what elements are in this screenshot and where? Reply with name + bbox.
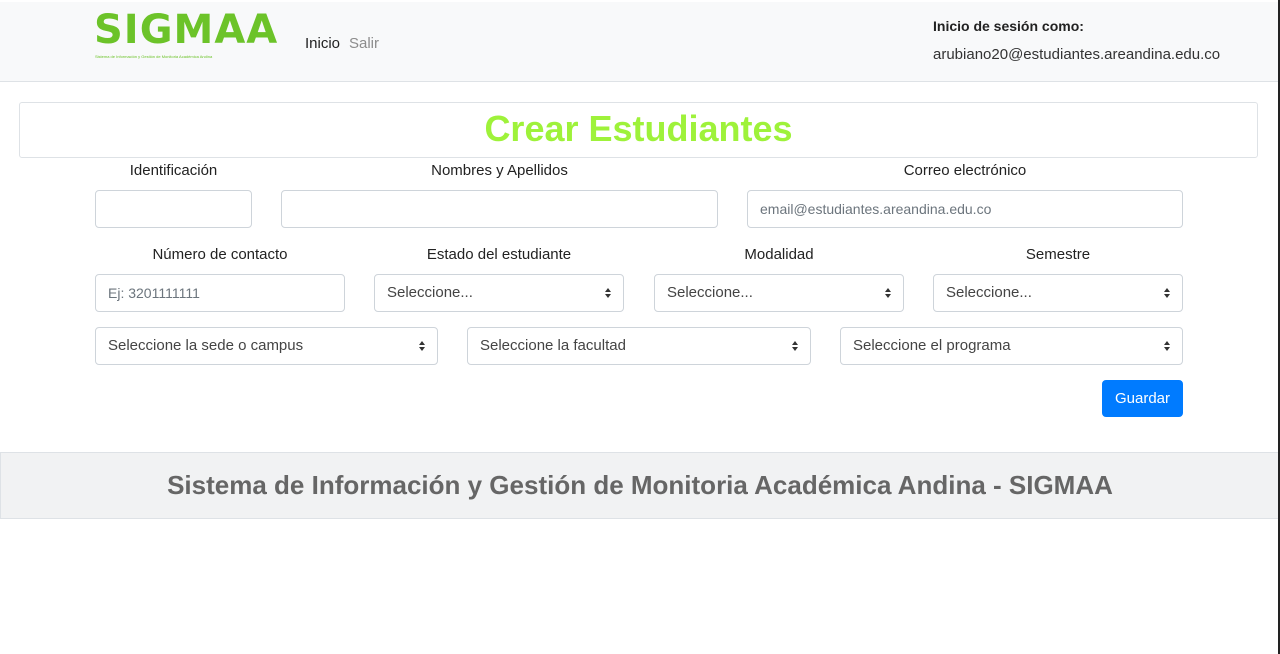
footer-text: Sistema de Información y Gestión de Moni… xyxy=(167,470,1113,500)
guardar-button[interactable]: Guardar xyxy=(1102,380,1183,417)
facultad-select[interactable]: Seleccione la facultad xyxy=(467,327,811,365)
semestre-select-value: Seleccione... xyxy=(946,284,1032,301)
sort-caret-icon xyxy=(604,275,612,311)
page-title: Crear Estudiantes xyxy=(484,108,793,149)
semestre-label: Semestre xyxy=(1025,246,1091,263)
sort-caret-icon xyxy=(418,328,426,364)
nombres-input[interactable] xyxy=(281,190,718,228)
page-title-box: Crear Estudiantes xyxy=(19,102,1258,158)
sort-caret-icon xyxy=(791,328,799,364)
footer: Sistema de Información y Gestión de Moni… xyxy=(0,452,1280,519)
correo-input[interactable] xyxy=(747,190,1183,228)
sort-caret-icon xyxy=(1163,275,1171,311)
programa-select[interactable]: Seleccione el programa xyxy=(840,327,1183,365)
estado-select-value: Seleccione... xyxy=(387,284,473,301)
modalidad-select[interactable]: Seleccione... xyxy=(654,274,904,312)
correo-label: Correo electrónico xyxy=(903,162,1027,179)
programa-select-value: Seleccione el programa xyxy=(853,337,1011,354)
modalidad-select-value: Seleccione... xyxy=(667,284,753,301)
logo-text: SIGMAA xyxy=(94,7,279,53)
contacto-input[interactable] xyxy=(95,274,345,312)
contacto-label: Número de contacto xyxy=(152,246,288,263)
logo-subtitle: Sistema de Información y Gestión de Moni… xyxy=(95,54,213,59)
sede-select[interactable]: Seleccione la sede o campus xyxy=(95,327,438,365)
sort-caret-icon xyxy=(1163,328,1171,364)
session-email: arubiano20@estudiantes.areandina.edu.co xyxy=(933,46,1221,63)
nav-inicio-link[interactable]: Inicio xyxy=(305,34,340,54)
sede-select-value: Seleccione la sede o campus xyxy=(108,337,304,354)
modalidad-label: Modalidad xyxy=(744,246,814,263)
estado-select[interactable]: Seleccione... xyxy=(374,274,624,312)
sigmaa-logo[interactable]: SIGMAA Sistema de Información y Gestión … xyxy=(94,8,277,64)
identificacion-label: Identificación xyxy=(129,162,218,179)
nav-salir-link[interactable]: Salir xyxy=(349,34,379,54)
sort-caret-icon xyxy=(884,275,892,311)
estado-label: Estado del estudiante xyxy=(426,246,572,263)
nombres-label: Nombres y Apellidos xyxy=(431,162,568,179)
facultad-select-value: Seleccione la facultad xyxy=(480,337,626,354)
identificacion-input[interactable] xyxy=(95,190,252,228)
session-label: Inicio de sesión como: xyxy=(933,18,1084,34)
navbar: SIGMAA Sistema de Información y Gestión … xyxy=(0,2,1280,82)
semestre-select[interactable]: Seleccione... xyxy=(933,274,1183,312)
